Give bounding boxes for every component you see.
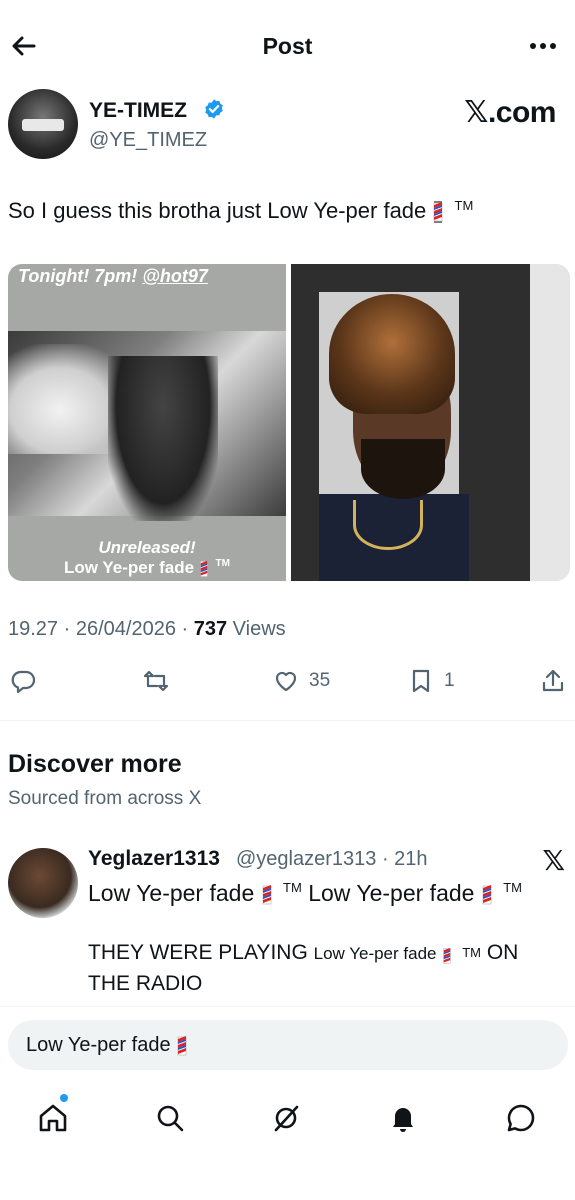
avatar[interactable] (8, 89, 78, 159)
bottom-nav (0, 1090, 575, 1150)
image-caption-bottom-2: Low Ye-per fade TM (64, 558, 230, 578)
home-unread-dot (60, 1094, 68, 1102)
like-count: 35 (309, 670, 331, 691)
image-caption-bottom-1: Unreleased! (98, 538, 196, 557)
rec-text-line1: Low Ye-per fade TM Low Ye-per fade TM (88, 880, 523, 906)
discover-subtitle: Sourced from across X (8, 788, 202, 809)
source-label: 𝕏.com (464, 96, 556, 129)
home-icon (39, 1104, 67, 1132)
nav-grok[interactable] (266, 1098, 306, 1138)
bookmark-button[interactable]: 1 (408, 664, 455, 698)
tweet-time[interactable]: 19.27 (8, 618, 58, 640)
divider (0, 720, 575, 721)
reply-input[interactable]: Low Ye-per fade (8, 1020, 568, 1070)
rec-author-handle-time: @yeglazer1313 · 21h (236, 848, 428, 870)
share-button[interactable] (540, 664, 566, 698)
tweet-date[interactable]: 26/04/2026 (76, 618, 176, 640)
avatar[interactable] (8, 848, 78, 918)
like-button[interactable]: 35 (273, 664, 330, 698)
bookmark-count: 1 (444, 670, 455, 691)
notifications-icon (393, 1108, 413, 1132)
barber-pole-icon (432, 201, 444, 224)
more-dots-icon[interactable] (527, 34, 559, 58)
tweet-text: So I guess this brotha just Low Ye-per f… (8, 198, 473, 224)
media-image-1[interactable]: Tonight! 7pm! @hot97 Unreleased! Low Ye-… (8, 264, 286, 581)
verified-badge-icon (203, 98, 225, 120)
divider (0, 1006, 575, 1007)
messages-icon (507, 1104, 535, 1132)
tweet-meta: 19.27 · 26/04/2026 · 737 Views (8, 618, 286, 640)
barber-pole-icon (481, 884, 493, 906)
rec-text-line2: THEY WERE PLAYING Low Ye-per fade TM ON … (88, 941, 519, 995)
author-handle[interactable]: @YE_TIMEZ (89, 129, 207, 152)
views-label: Views (232, 618, 286, 640)
heart-icon (275, 671, 297, 692)
author-row: YE-TIMEZ @YE_TIMEZ 𝕏.com (8, 89, 568, 161)
grok-icon (274, 1105, 299, 1132)
barber-pole-icon (261, 884, 273, 906)
reply-icon (11, 670, 36, 694)
reply-button[interactable] (10, 664, 36, 698)
tweet-media: Tonight! 7pm! @hot97 Unreleased! Low Ye-… (8, 264, 570, 581)
nav-notifications[interactable] (383, 1098, 423, 1138)
nav-home[interactable] (33, 1098, 73, 1138)
reply-input-value: Low Ye-per fade (26, 1034, 188, 1057)
image-caption-top: Tonight! 7pm! @hot97 (18, 266, 208, 286)
tweet-text-body: So I guess this brotha just Low Ye-per f… (8, 198, 427, 223)
rec-author-name[interactable]: Yeglazer1313 (88, 847, 220, 871)
search-icon (157, 1105, 184, 1132)
repost-icon (143, 670, 169, 692)
trademark-mark: TM (454, 198, 474, 213)
media-image-2[interactable] (291, 264, 570, 581)
repost-button[interactable] (143, 664, 169, 698)
tweet-actions: 35 1 (0, 660, 575, 702)
recommended-post[interactable]: Yeglazer1313 @yeglazer1313 · 21h 𝕏 Low Y… (0, 838, 575, 1006)
bookmark-icon (412, 669, 430, 693)
nav-messages[interactable] (501, 1098, 541, 1138)
barber-pole-icon (176, 1035, 188, 1057)
discover-title: Discover more (8, 750, 182, 778)
page-title: Post (262, 33, 313, 59)
share-icon (542, 669, 564, 692)
author-name[interactable]: YE-TIMEZ (89, 99, 187, 123)
x-logo-icon: 𝕏 (542, 845, 565, 876)
top-bar: Post (0, 0, 575, 90)
barber-pole-icon (199, 560, 209, 578)
barber-pole-icon (442, 944, 452, 965)
nav-search[interactable] (150, 1098, 190, 1138)
views-count: 737 (193, 618, 228, 640)
